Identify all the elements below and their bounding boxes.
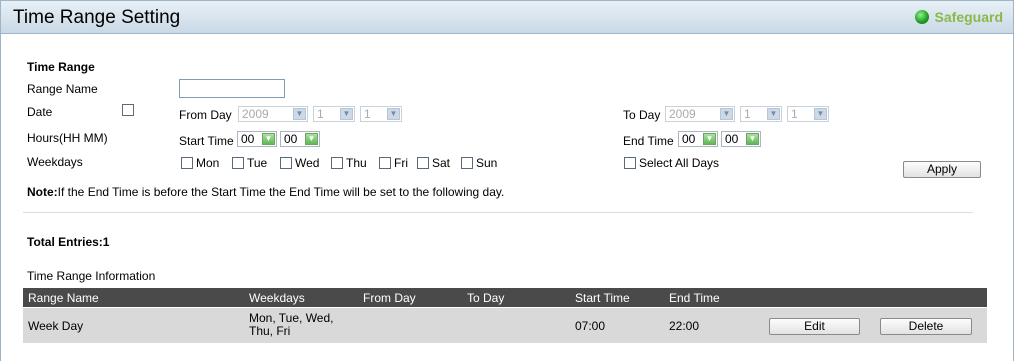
cell-end-time: 22:00 [669, 319, 700, 333]
range-name-input[interactable] [179, 79, 285, 98]
table-header: Range Name Weekdays From Day To Day Star… [23, 288, 987, 307]
to-year-select[interactable]: 2009 ▼ [665, 106, 735, 122]
chevron-down-icon: ▼ [262, 133, 275, 145]
to-day-label: To Day [623, 108, 661, 122]
apply-button[interactable]: Apply [903, 161, 981, 178]
end-minute-select[interactable]: 00 ▼ [721, 131, 761, 147]
table-row: Week Day Mon, Tue, Wed, Thu, Fri 07:00 2… [23, 308, 987, 343]
page-header: Time Range Setting Safeguard [0, 0, 1014, 34]
hours-label: Hours(HH MM) [27, 131, 108, 145]
content-panel: Time Range Range Name Date From Day 2009… [0, 34, 1014, 361]
section-title: Time Range [27, 60, 95, 74]
checkbox[interactable] [461, 157, 473, 169]
checkbox[interactable] [232, 157, 244, 169]
weekday-mon[interactable]: Mon [181, 156, 219, 170]
weekday-fri[interactable]: Fri [379, 156, 408, 170]
column-header: To Day [467, 291, 505, 305]
checkbox[interactable] [181, 157, 193, 169]
note: Note:If the End Time is before the Start… [27, 185, 505, 199]
date-label: Date [27, 105, 53, 119]
to-day-select[interactable]: 1 ▼ [787, 106, 829, 122]
chevron-down-icon: ▼ [767, 108, 780, 120]
from-day-select[interactable]: 1 ▼ [360, 106, 402, 122]
weekday-sun[interactable]: Sun [461, 156, 497, 170]
end-time-label: End Time [623, 134, 674, 148]
from-month-select[interactable]: 1 ▼ [313, 106, 355, 122]
start-hour-select[interactable]: 00 ▼ [237, 131, 277, 147]
date-checkbox[interactable] [122, 104, 134, 116]
divider [23, 212, 973, 213]
column-header: Range Name [28, 291, 99, 305]
cell-range-name: Week Day [28, 319, 84, 333]
checkbox[interactable] [280, 157, 292, 169]
chevron-down-icon: ▼ [305, 133, 318, 145]
cell-weekdays: Mon, Tue, Wed, Thu, Fri [249, 311, 334, 338]
column-header: Start Time [575, 291, 630, 305]
total-entries: Total Entries:1 [27, 235, 110, 249]
chevron-down-icon: ▼ [720, 108, 733, 120]
weekday-tue[interactable]: Tue [232, 156, 267, 170]
to-month-select[interactable]: 1 ▼ [740, 106, 782, 122]
chevron-down-icon: ▼ [387, 108, 400, 120]
column-header: Weekdays [249, 291, 305, 305]
from-year-select[interactable]: 2009 ▼ [238, 106, 308, 122]
safeguard-label: Safeguard [934, 9, 1003, 25]
checkbox[interactable] [379, 157, 391, 169]
start-minute-select[interactable]: 00 ▼ [280, 131, 320, 147]
edit-button[interactable]: Edit [769, 318, 860, 335]
column-header: End Time [669, 291, 720, 305]
end-hour-select[interactable]: 00 ▼ [678, 131, 718, 147]
page-title: Time Range Setting [13, 7, 181, 28]
chevron-down-icon: ▼ [703, 133, 716, 145]
checkbox[interactable] [331, 157, 343, 169]
chevron-down-icon: ▼ [340, 108, 353, 120]
weekday-sat[interactable]: Sat [417, 156, 450, 170]
weekdays-label: Weekdays [27, 155, 83, 169]
weekday-wed[interactable]: Wed [280, 156, 319, 170]
from-day-label: From Day [179, 108, 232, 122]
checkbox[interactable] [624, 157, 636, 169]
weekday-thu[interactable]: Thu [331, 156, 367, 170]
start-time-label: Start Time [179, 134, 234, 148]
chevron-down-icon: ▼ [293, 108, 306, 120]
chevron-down-icon: ▼ [746, 133, 759, 145]
select-all-days[interactable]: Select All Days [624, 156, 719, 170]
chevron-down-icon: ▼ [814, 108, 827, 120]
safeguard-indicator: Safeguard [914, 9, 1003, 25]
cell-start-time: 07:00 [575, 319, 606, 333]
checkbox[interactable] [417, 157, 429, 169]
table-caption: Time Range Information [27, 269, 156, 283]
column-header: From Day [363, 291, 416, 305]
delete-button[interactable]: Delete [880, 318, 972, 335]
status-dot-icon [914, 10, 929, 24]
range-name-label: Range Name [27, 82, 98, 96]
